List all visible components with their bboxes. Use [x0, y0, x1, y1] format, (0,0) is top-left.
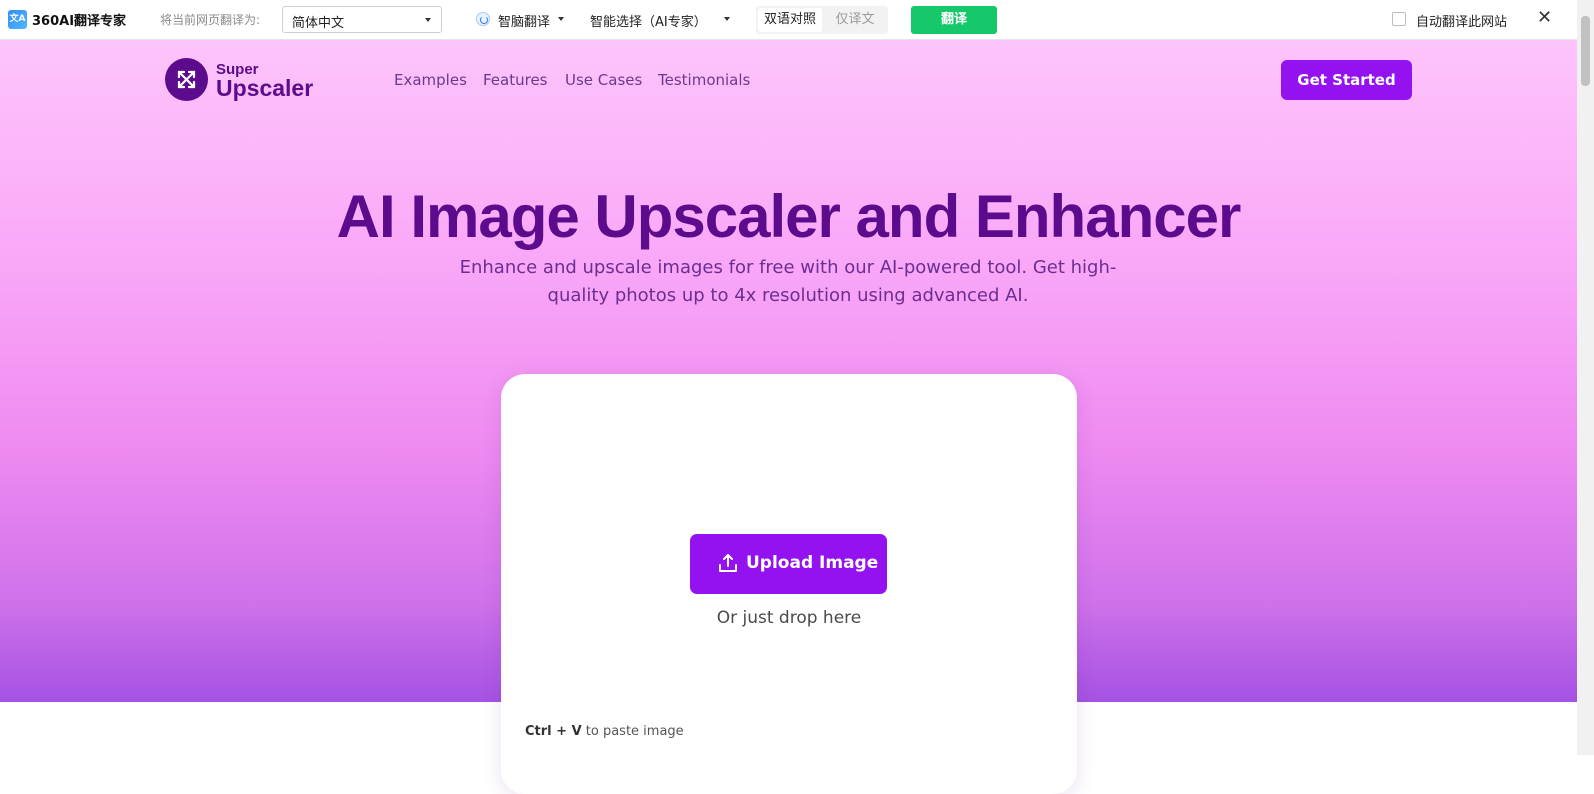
auto-translate-label: 自动翻译此网站 — [1416, 15, 1508, 30]
nav-link-testimonials[interactable]: Testimonials — [658, 71, 750, 89]
mode-bilingual-button[interactable]: 双语对照 — [758, 8, 822, 32]
upload-button-label: Upload Image — [746, 553, 879, 573]
paste-hint-text: to paste image — [581, 724, 684, 739]
target-language-select[interactable]: 简体中文 — [282, 6, 442, 33]
translate-button[interactable]: 翻译 — [911, 6, 997, 34]
expand-arrows-icon — [177, 70, 196, 89]
page-title: AI Image Upscaler and Enhancer — [336, 183, 1242, 250]
nav-link-use-cases[interactable]: Use Cases — [565, 71, 642, 89]
mode-translation-only-button[interactable]: 仅译文 — [824, 8, 886, 32]
nav-link-features[interactable]: Features — [483, 71, 548, 89]
auto-translate-checkbox[interactable] — [1392, 12, 1406, 26]
page-scrollbar[interactable] — [1577, 0, 1594, 755]
model-dropdown[interactable]: 智能选择（AI专家） — [590, 11, 707, 30]
nav-link-examples[interactable]: Examples — [394, 71, 467, 89]
chevron-down-icon — [558, 17, 564, 21]
engine-icon — [476, 12, 490, 26]
brand-upscaler[interactable]: Upscaler — [216, 75, 313, 102]
translate-logo-icon: 文A — [8, 10, 27, 29]
chevron-down-icon — [724, 17, 730, 21]
display-mode-toggle: 双语对照 仅译文 — [756, 6, 888, 34]
paste-hint: Ctrl + V to paste image — [525, 724, 684, 739]
target-language-label: 将当前网页翻译为: — [160, 13, 261, 27]
engine-dropdown[interactable]: 智脑翻译 — [498, 11, 550, 30]
upload-dropzone[interactable]: Upload Image Or just drop here Ctrl + V … — [501, 374, 1077, 794]
target-language-value: 简体中文 — [292, 16, 345, 31]
scrollbar-thumb[interactable] — [1581, 16, 1590, 86]
upload-image-button[interactable]: Upload Image — [690, 534, 887, 594]
drop-hint: Or just drop here — [716, 608, 862, 628]
get-started-button[interactable]: Get Started — [1281, 60, 1412, 100]
translate-toolbar: 文A 360AI翻译专家 将当前网页翻译为: 简体中文 智脑翻译 智能选择（AI… — [0, 0, 1594, 40]
chevron-down-icon — [425, 18, 431, 22]
close-icon[interactable]: ✕ — [1537, 7, 1552, 28]
hero-subtitle: Enhance and upscale images for free with… — [459, 257, 1117, 306]
translate-brand: 360AI翻译专家 — [32, 14, 127, 29]
paste-shortcut: Ctrl + V — [525, 724, 582, 739]
upload-icon — [719, 554, 737, 572]
logo-icon[interactable] — [165, 58, 208, 101]
